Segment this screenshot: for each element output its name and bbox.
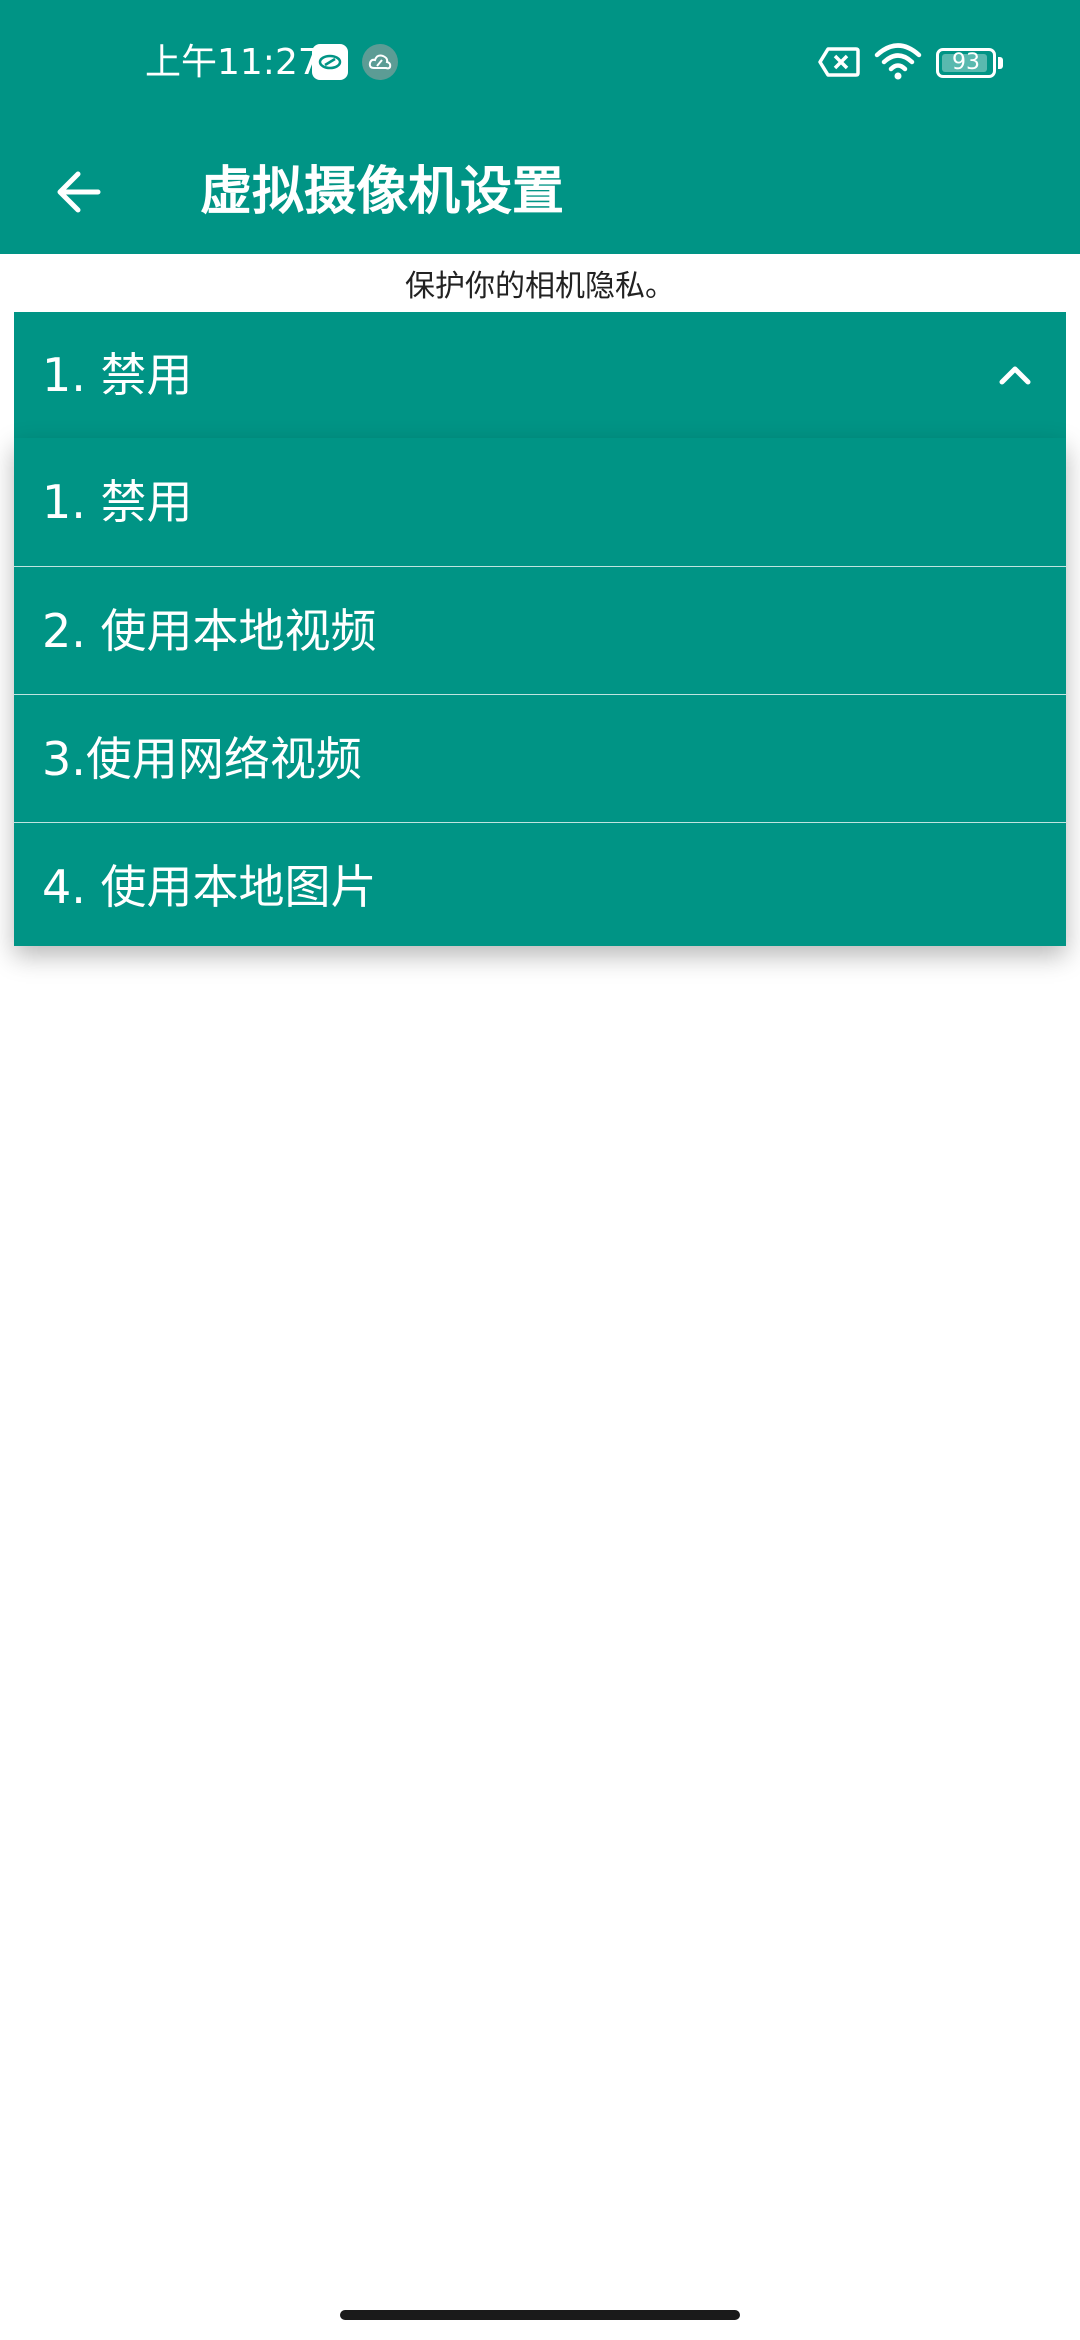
- app-bar: 虚拟摄像机设置: [0, 130, 1080, 254]
- chevron-up-icon[interactable]: [996, 356, 1034, 394]
- wifi-icon: [874, 42, 922, 86]
- back-arrow-icon: [57, 171, 101, 213]
- dropdown-option-network-video[interactable]: 3.使用网络视频: [14, 694, 1066, 822]
- cloud-notification-icon: [362, 44, 398, 80]
- page-subtitle: 保护你的相机隐私。: [405, 269, 675, 304]
- home-indicator[interactable]: [340, 2310, 740, 2320]
- battery-icon: 93: [936, 48, 996, 78]
- dropdown-option-local-image[interactable]: 4. 使用本地图片: [14, 822, 1066, 950]
- back-button[interactable]: [40, 154, 116, 230]
- battery-tip: [998, 57, 1003, 69]
- sim-absent-icon: [818, 46, 860, 82]
- dropdown-option-label: 2. 使用本地视频: [42, 604, 377, 658]
- dropdown-selected-value: 1. 禁用: [42, 348, 193, 402]
- status-time: 上午11:27: [145, 42, 321, 83]
- page-title: 虚拟摄像机设置: [200, 162, 565, 222]
- battery-level: 93: [952, 50, 980, 75]
- dropdown-option-disable[interactable]: 1. 禁用: [14, 438, 1066, 566]
- dropdown-option-local-video[interactable]: 2. 使用本地视频: [14, 566, 1066, 694]
- dropdown-option-label: 4. 使用本地图片: [42, 860, 377, 914]
- dropdown-option-label: 1. 禁用: [42, 475, 193, 529]
- notification-app-icon: [312, 44, 348, 80]
- dropdown-options-list: 1. 禁用 2. 使用本地视频 3.使用网络视频 4. 使用本地图片: [14, 438, 1066, 946]
- status-bar: 上午11:27 93: [0, 0, 1080, 130]
- dropdown-option-label: 3.使用网络视频: [42, 732, 362, 786]
- mode-dropdown[interactable]: 1. 禁用: [14, 312, 1066, 438]
